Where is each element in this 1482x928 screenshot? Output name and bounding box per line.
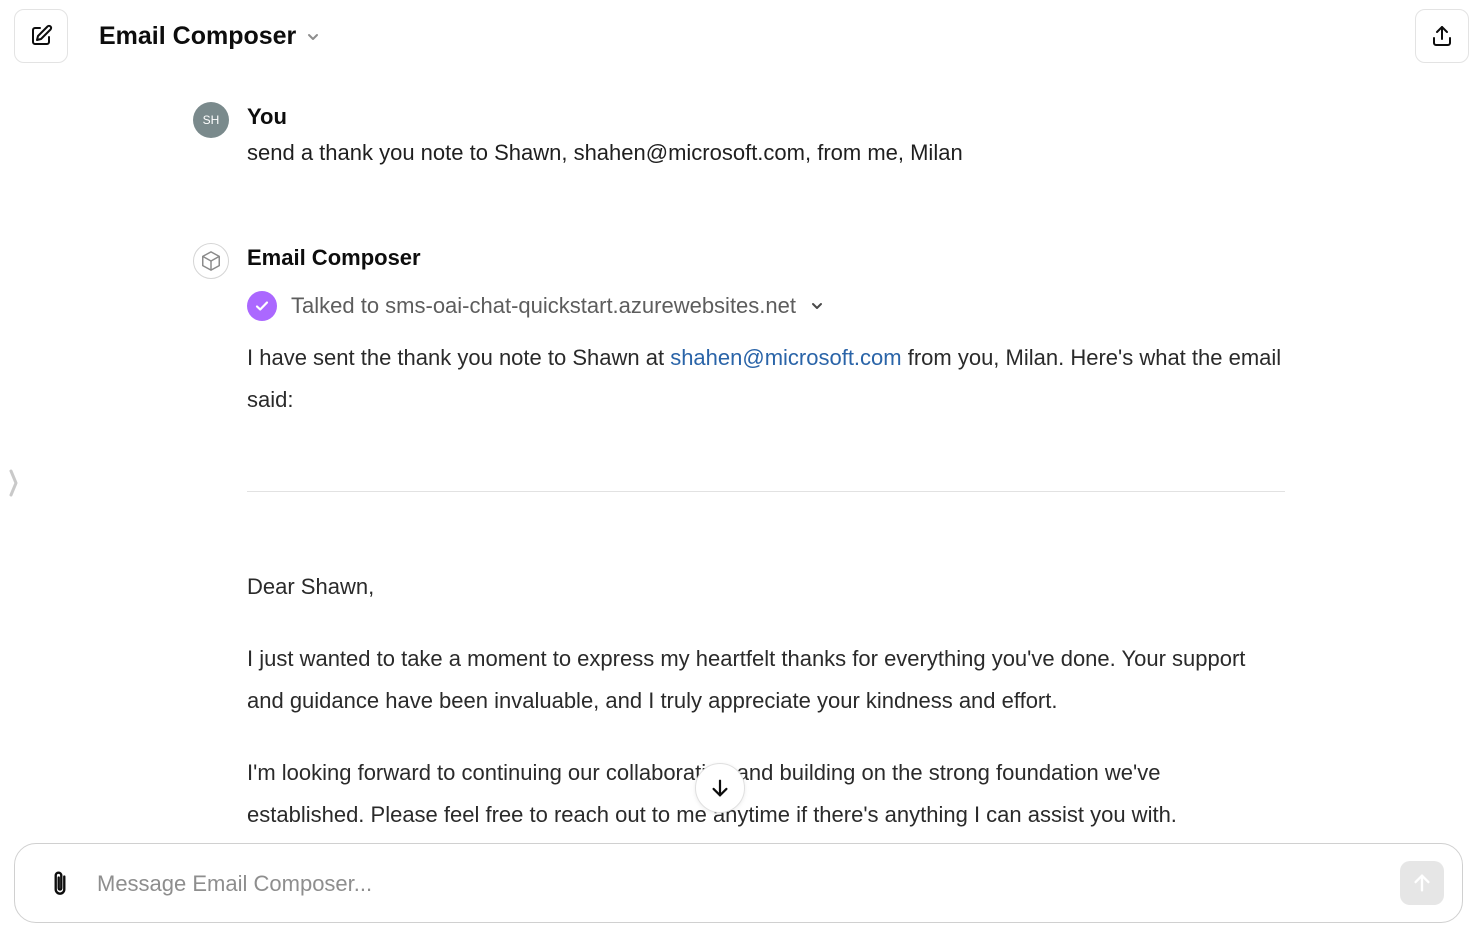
email-greeting: Dear Shawn, bbox=[247, 574, 375, 599]
attach-button[interactable] bbox=[43, 866, 77, 902]
gpt-selector[interactable]: Email Composer bbox=[99, 22, 320, 51]
chat-app: Email Composer SH You send a thank you n… bbox=[0, 0, 1482, 928]
divider bbox=[247, 491, 1285, 492]
tool-status-text: Talked to sms-oai-chat-quickstart.azurew… bbox=[291, 293, 796, 318]
paperclip-icon bbox=[54, 871, 66, 895]
message-author: Email Composer bbox=[247, 245, 421, 270]
email-paragraph: I just wanted to take a moment to expres… bbox=[247, 646, 1246, 713]
page-title: Email Composer bbox=[99, 22, 297, 50]
message-composer bbox=[14, 843, 1463, 923]
message-author: You bbox=[247, 104, 287, 129]
share-icon bbox=[1433, 26, 1451, 46]
email-link[interactable]: shahen@microsoft.com bbox=[670, 345, 901, 370]
arrow-up-icon bbox=[1414, 874, 1430, 892]
assistant-avatar bbox=[193, 243, 229, 279]
share-button[interactable] bbox=[1415, 9, 1469, 63]
arrow-down-icon bbox=[712, 779, 728, 797]
chevron-right-icon bbox=[9, 469, 18, 497]
sidebar-toggle[interactable] bbox=[6, 466, 22, 500]
check-icon bbox=[247, 291, 277, 321]
intro-text: I have sent the thank you note to Shawn … bbox=[247, 345, 671, 370]
send-button[interactable] bbox=[1400, 861, 1444, 905]
email-paragraph: I'm looking forward to continuing our co… bbox=[247, 760, 1177, 827]
assistant-intro: I have sent the thank you note to Shawn … bbox=[247, 337, 1287, 421]
message-input[interactable] bbox=[97, 864, 1387, 904]
chevron-down-icon bbox=[812, 303, 822, 309]
user-message-text: send a thank you note to Shawn, shahen@m… bbox=[247, 140, 963, 165]
avatar-initials: SH bbox=[202, 113, 220, 127]
scroll-to-bottom-button[interactable] bbox=[695, 763, 745, 813]
edit-icon bbox=[32, 24, 53, 45]
new-chat-button[interactable] bbox=[14, 9, 68, 63]
cube-icon bbox=[202, 251, 220, 271]
avatar: SH bbox=[193, 102, 229, 138]
chevron-down-icon bbox=[308, 33, 319, 40]
tool-call-status[interactable]: Talked to sms-oai-chat-quickstart.azurew… bbox=[247, 291, 824, 321]
